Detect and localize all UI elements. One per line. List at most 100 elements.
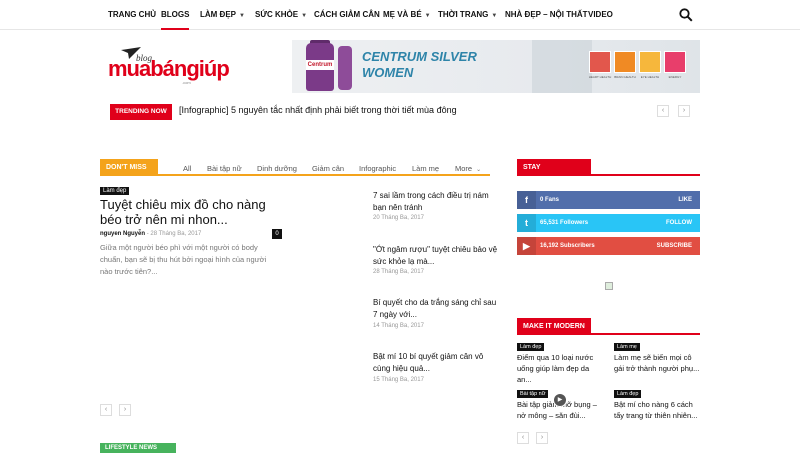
post-meta: nguyen Nguyễn - 28 Tháng Ba, 2017 bbox=[100, 231, 201, 237]
youtube-count-value: 16,192 bbox=[540, 243, 559, 249]
heart-health-icon bbox=[589, 51, 611, 73]
tab-more-label: More bbox=[455, 164, 473, 173]
twitter-count-value: 65,531 bbox=[540, 220, 559, 226]
category-tag[interactable]: Làm mẹ bbox=[614, 343, 640, 351]
chevron-down-icon: ▼ bbox=[491, 13, 498, 19]
twitter-count-unit: Followers bbox=[560, 220, 589, 226]
banner-title-line1: CENTRUM SILVER bbox=[362, 49, 477, 64]
lifestyle-news-label: LIFESTYLE NEWS bbox=[100, 443, 176, 453]
side-post-title[interactable]: "Ớt ngâm rượu" tuyệt chiêu bảo vệ sức kh… bbox=[373, 244, 498, 268]
post-author[interactable]: nguyen Nguyễn bbox=[100, 231, 145, 237]
banner-title: CENTRUM SILVER WOMEN bbox=[362, 49, 477, 81]
trending-prev-button[interactable]: ‹ bbox=[657, 105, 669, 117]
dont-miss-next-button[interactable]: › bbox=[119, 404, 131, 416]
ad-banner[interactable]: Centrum CENTRUM SILVER WOMEN HEART HEALT… bbox=[292, 40, 700, 93]
post-thumbnail[interactable] bbox=[300, 188, 362, 230]
nav-item-me-va-be-label: MẸ VÀ BÉ bbox=[383, 10, 422, 19]
mini-post-title[interactable]: Điểm qua 10 loại nước uống giúp làm đẹp … bbox=[517, 352, 605, 385]
dont-miss-divider bbox=[100, 174, 490, 176]
trending-badge: TRENDING NOW bbox=[110, 104, 172, 120]
broken-image-icon bbox=[605, 282, 613, 290]
banner-title-line2: WOMEN bbox=[362, 65, 414, 80]
search-icon[interactable] bbox=[679, 8, 693, 22]
nav-item-thoi-trang-label: THỜI TRANG bbox=[438, 10, 489, 19]
category-tag[interactable]: Làm đẹp bbox=[517, 343, 545, 351]
brain-health-icon bbox=[614, 51, 636, 73]
nav-item-video[interactable]: VIDEO bbox=[588, 0, 613, 30]
nav-item-me-va-be[interactable]: MẸ VÀ BÉ ▼ bbox=[383, 0, 431, 30]
nav-item-blogs[interactable]: BLOGS bbox=[161, 0, 190, 30]
post-thumbnail[interactable] bbox=[300, 240, 362, 282]
youtube-count: 16,192 Subscribers bbox=[540, 237, 595, 255]
chevron-down-icon: ⌄ bbox=[476, 167, 482, 173]
energy-icon bbox=[664, 51, 686, 73]
nav-item-lam-dep-label: LÀM ĐẸP bbox=[200, 10, 236, 19]
follow-button[interactable]: FOLLOW bbox=[666, 214, 692, 232]
tab-infographic[interactable]: Infographic bbox=[359, 164, 396, 173]
category-tag[interactable]: Làm đẹp bbox=[614, 390, 642, 398]
side-post-date: 14 Tháng Ba, 2017 bbox=[373, 323, 424, 329]
tab-more[interactable]: More ⌄ bbox=[455, 164, 481, 173]
side-post-title[interactable]: Bí quyết cho da trắng sáng chỉ sau 7 ngà… bbox=[373, 297, 498, 321]
play-icon[interactable]: ▶ bbox=[553, 393, 567, 407]
mini-post-title[interactable]: Làm mẹ sẽ biến mọi cô gái trở thành ngườ… bbox=[614, 352, 702, 374]
twitter-row[interactable]: t 65,531 Followers FOLLOW bbox=[517, 214, 700, 232]
subscribe-button[interactable]: SUBSCRIBE bbox=[657, 237, 692, 255]
banner-caption: ENERGY bbox=[668, 75, 682, 79]
side-post-date: 15 Tháng Ba, 2017 bbox=[373, 377, 424, 383]
youtube-count-unit: Subscribers bbox=[560, 243, 595, 249]
youtube-row[interactable]: ▶ 16,192 Subscribers SUBSCRIBE bbox=[517, 237, 700, 255]
banner-photo bbox=[532, 40, 592, 93]
trending-next-button[interactable]: › bbox=[678, 105, 690, 117]
bottle-label: Centrum bbox=[306, 60, 334, 70]
make-it-modern-prev-button[interactable]: ‹ bbox=[517, 432, 529, 444]
nav-item-giam-can[interactable]: CÁCH GIẢM CÂN bbox=[314, 0, 380, 30]
dont-miss-prev-button[interactable]: ‹ bbox=[100, 404, 112, 416]
chevron-down-icon: ▼ bbox=[301, 13, 308, 19]
category-tag[interactable]: Làm đẹp bbox=[100, 187, 130, 195]
twitter-count: 65,531 Followers bbox=[540, 214, 588, 232]
facebook-count: 0 Fans bbox=[540, 191, 559, 209]
tab-all[interactable]: All bbox=[183, 164, 191, 173]
facebook-icon: f bbox=[517, 191, 536, 209]
category-tag[interactable]: Bài tập nữ bbox=[517, 390, 549, 398]
nav-item-suc-khoe-label: SỨC KHỎE bbox=[255, 10, 299, 19]
nav-item-thoi-trang[interactable]: THỜI TRANG ▼ bbox=[438, 0, 497, 30]
make-it-modern-label: MAKE IT MODERN bbox=[517, 318, 591, 335]
logo-suffix: .com bbox=[182, 80, 191, 85]
chevron-down-icon: ▼ bbox=[239, 13, 245, 19]
post-thumbnail[interactable] bbox=[300, 348, 362, 390]
post-date: 28 Tháng Ba, 2017 bbox=[150, 231, 202, 237]
tab-giam-can[interactable]: Giảm cân bbox=[312, 164, 344, 173]
tab-dinh-duong[interactable]: Dinh dưỡng bbox=[257, 164, 297, 173]
tab-bai-tap-nu[interactable]: Bài tập nữ bbox=[207, 164, 242, 173]
chevron-down-icon: ▼ bbox=[424, 13, 431, 19]
stay-connected-label: STAY CONNECTED bbox=[517, 159, 591, 188]
tab-lam-me[interactable]: Làm mẹ bbox=[412, 164, 439, 173]
like-button[interactable]: LIKE bbox=[678, 191, 692, 209]
comment-count-badge[interactable]: 0 bbox=[272, 229, 282, 239]
eye-health-icon bbox=[639, 51, 661, 73]
make-it-modern-next-button[interactable]: › bbox=[536, 432, 548, 444]
dont-miss-label: DON'T MISS bbox=[100, 159, 158, 176]
facebook-count-unit: Fans bbox=[545, 197, 560, 203]
side-post-title[interactable]: 7 sai lầm trong cách điều trị nám bạn nê… bbox=[373, 190, 498, 214]
trending-headline[interactable]: [Infographic] 5 nguyên tắc nhất định phả… bbox=[179, 105, 457, 115]
nav-item-suc-khoe[interactable]: SỨC KHỎE ▼ bbox=[255, 0, 307, 30]
featured-post-excerpt: Giữa một người béo phì với một người có … bbox=[100, 243, 267, 276]
facebook-row[interactable]: f 0 Fans LIKE bbox=[517, 191, 700, 209]
side-post-date: 28 Tháng Ba, 2017 bbox=[373, 269, 424, 275]
mini-post-title[interactable]: Bật mí cho nàng 6 cách tẩy trang từ thiê… bbox=[614, 399, 702, 421]
featured-post-title[interactable]: Tuyệt chiêu mix đồ cho nàng béo trở nên … bbox=[100, 197, 280, 227]
nav-item-lam-dep[interactable]: LÀM ĐẸP ▼ bbox=[200, 0, 245, 30]
nav-item-home[interactable]: TRANG CHỦ bbox=[108, 0, 156, 30]
facebook-count-value: 0 bbox=[540, 197, 544, 203]
product-bottle-image-2 bbox=[338, 46, 352, 90]
nav-item-nha-dep[interactable]: NHÀ ĐẸP – NỘI THẤT bbox=[505, 0, 588, 30]
top-navigation: TRANG CHỦ BLOGS LÀM ĐẸP ▼ SỨC KHỎE ▼ CÁCH … bbox=[0, 0, 800, 30]
youtube-icon: ▶ bbox=[517, 237, 536, 255]
side-post-title[interactable]: Bật mí 10 bí quyết giảm cân vô cùng hiệu… bbox=[373, 351, 498, 375]
logo-main: muabángiúp bbox=[108, 56, 230, 81]
post-thumbnail[interactable] bbox=[300, 294, 362, 336]
twitter-icon: t bbox=[517, 214, 536, 232]
